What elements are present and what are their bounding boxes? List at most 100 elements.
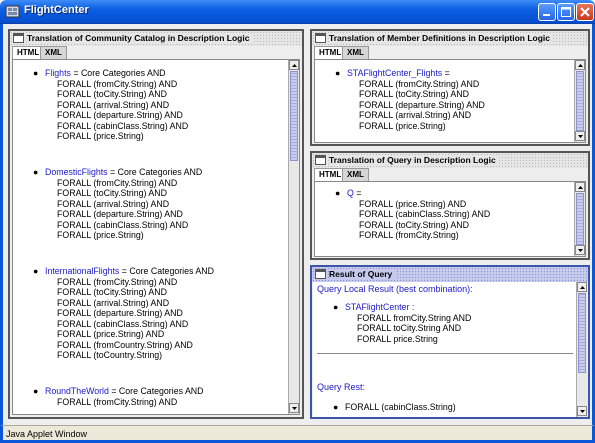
arrow-down-icon [580,410,585,413]
window-title: FlightCenter [24,4,89,16]
query-content[interactable]: ● Q = FORALL (price.String) AND FORALL (cab… [314,181,586,257]
scroll-up-button[interactable] [575,60,585,70]
definition-line: FORALL (fromCity.String) AND [57,276,178,287]
member-panel-header[interactable]: Translation of Member Definitions in Des… [312,31,588,46]
result-scrollbar[interactable] [576,282,587,417]
tab-xml[interactable]: XML [342,168,369,181]
definition-line: FORALL (toCity.String) AND [57,188,167,198]
definition-line: FORALL (departure.String) AND [359,99,485,110]
definition-line: FORALL (fromCity.String) AND [57,177,178,188]
member-content[interactable]: ● STAFlightCenter_Flights = FORALL (fromCi… [314,59,586,143]
definition-line: FORALL (price.String) [359,120,446,131]
maximize-button[interactable] [557,3,575,21]
result-panel-header[interactable]: Result of Query [312,267,588,282]
bullet-icon: ● [335,68,341,78]
query-panel-title: Translation of Query in Description Logi… [329,155,499,165]
scroll-thumb[interactable] [576,71,584,131]
arrow-up-icon [578,64,583,67]
definition-name: Q [347,188,354,198]
query-scrollbar[interactable] [574,182,585,256]
member-scrollbar[interactable] [574,60,585,142]
definition-line: FORALL (toCity.String) AND [359,89,469,99]
query-rest-definition: ● FORALL (cabinClass.String) [313,402,456,413]
query-rest-line: FORALL (cabinClass.String) [345,402,456,412]
local-result-line: FORALL fromCity.String AND [357,312,472,323]
catalog-tabs: HTML XML [10,46,302,59]
maximize-icon [561,7,571,17]
catalog-panel: Translation of Community Catalog in Desc… [8,29,304,419]
definition-line: FORALL (departure.String) AND [57,308,183,318]
panel-frame-icon [315,269,326,279]
definition-line: FORALL (cabinClass.String) AND [57,219,189,230]
window-titlebar[interactable]: FlightCenter [0,0,595,24]
definition-line: FORALL (toCity.String) AND [57,287,167,297]
scroll-down-button[interactable] [577,406,587,416]
query-panel: Translation of Query in Description Logi… [310,151,590,260]
definition-line: FORALL (price.String) AND [359,198,467,209]
scroll-thumb[interactable] [578,293,586,373]
definition-name: STAFlightCenter_Flights [347,68,443,78]
bullet-icon: ● [33,386,39,396]
scroll-thumb[interactable] [576,193,584,245]
definition-operator: = Core Categories AND [119,266,214,276]
definition-line: FORALL (fromCity.String) AND [57,78,178,89]
tab-xml[interactable]: XML [342,46,369,59]
local-result-definition: ● STAFlightCenter : FORALL fromCity.Strin… [313,302,471,344]
scroll-thumb[interactable] [290,71,298,161]
definition-name: InternationalFlights [45,266,120,276]
result-content[interactable]: Query Local Result (best combination): ●… [313,282,587,417]
query-definition-block: ● Q = FORALL (price.String) AND FORALL (cab… [315,188,490,241]
bullet-icon: ● [333,402,339,412]
app-icon [5,5,20,18]
definition-line: FORALL (fromCity.String) AND [359,78,480,89]
definition-operator: = [442,68,450,78]
definition-line: FORALL (arrival.String) AND [57,198,170,209]
bullet-icon: ● [335,188,341,198]
scroll-down-button[interactable] [575,131,585,141]
member-panel-title: Translation of Member Definitions in Des… [329,33,554,43]
close-button[interactable] [576,3,594,21]
scroll-up-button[interactable] [575,182,585,192]
catalog-definition: ● RoundTheWorld = Core Categories AND FORA… [13,386,204,407]
close-icon [580,7,590,17]
definition-operator: = Core Categories AND [107,167,203,177]
definition-line: FORALL (cabinClass.String) AND [57,318,189,329]
minimize-button[interactable] [538,3,556,21]
catalog-panel-title: Translation of Community Catalog in Desc… [27,33,253,43]
definition-name: RoundTheWorld [45,386,109,396]
member-tabs: HTML XML [312,46,588,59]
definition-line: FORALL (arrival.String) AND [359,110,472,120]
bullet-icon: ● [33,167,39,177]
panel-frame-icon [315,155,326,165]
catalog-content[interactable]: ● Flights = Core Categories AND FORALL (fr… [12,59,300,415]
local-result-line: FORALL toCity.String AND [357,323,462,333]
panel-frame-icon [13,33,24,43]
catalog-scrollbar[interactable] [288,60,299,414]
arrow-down-icon [292,407,297,410]
scroll-down-button[interactable] [289,403,299,413]
query-panel-header[interactable]: Translation of Query in Description Logi… [312,153,588,168]
scroll-up-button[interactable] [289,60,299,70]
definition-line: FORALL (cabinClass.String) AND [359,209,491,219]
local-result-line: FORALL price.String [357,333,438,344]
tab-xml[interactable]: XML [40,46,67,59]
bullet-icon: ● [33,68,39,78]
definition-line: FORALL (departure.String) AND [57,110,183,120]
arrow-up-icon [292,64,297,67]
arrow-up-icon [580,286,585,289]
result-panel-title: Result of Query [329,269,396,279]
status-text: Java Applet Window [6,429,88,439]
catalog-definition: ● InternationalFlights = Core Categories … [13,266,214,361]
result-divider [317,353,573,354]
scroll-down-button[interactable] [575,245,585,255]
scroll-up-button[interactable] [577,282,587,292]
arrow-down-icon [578,135,583,138]
bullet-icon: ● [33,266,39,276]
definition-line: FORALL (fromCity.String) AND [57,396,178,407]
catalog-definition: ● Flights = Core Categories AND FORALL (fr… [13,68,188,142]
catalog-panel-header[interactable]: Translation of Community Catalog in Desc… [10,31,302,46]
member-panel: Translation of Member Definitions in Des… [310,29,590,146]
definition-line: FORALL (toCountry.String) [57,350,163,360]
query-tabs: HTML XML [312,168,588,181]
member-definition-block: ● STAFlightCenter_Flights = FORALL (fromCi… [315,68,485,131]
